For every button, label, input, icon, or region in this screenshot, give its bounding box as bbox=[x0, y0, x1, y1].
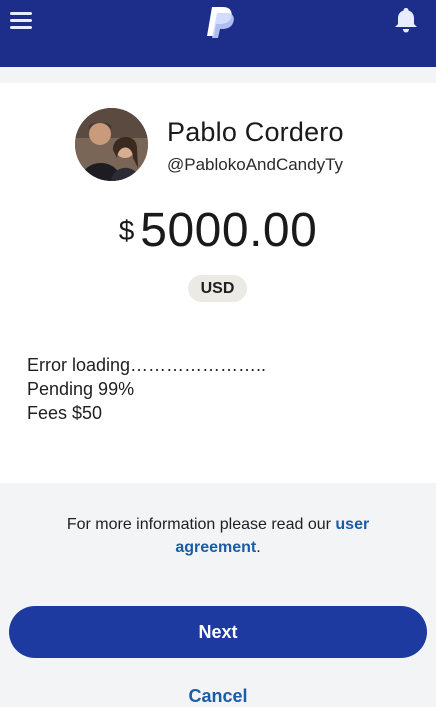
payment-notes: Error loading………………….. Pending 99% Fees … bbox=[27, 353, 266, 425]
info-prefix: For more information please read our bbox=[66, 516, 336, 533]
currency-badge: USD bbox=[188, 275, 247, 302]
recipient-name: Pablo Cordero bbox=[167, 117, 344, 147]
hamburger-menu-icon[interactable] bbox=[10, 11, 36, 31]
top-bar bbox=[0, 0, 436, 67]
payment-amount: $5000.00 bbox=[0, 203, 436, 258]
note-line: Pending 99% bbox=[27, 379, 135, 399]
bell-icon[interactable] bbox=[393, 6, 419, 34]
currency-symbol: $ bbox=[118, 215, 135, 246]
amount-value: 5000.00 bbox=[140, 204, 318, 257]
note-line: Fees $50 bbox=[27, 403, 103, 423]
info-suffix: . bbox=[256, 539, 261, 556]
note-line: Error loading………………….. bbox=[27, 355, 267, 375]
info-text: For more information please read our use… bbox=[20, 513, 416, 559]
avatar-photo bbox=[75, 108, 148, 181]
paypal-logo bbox=[207, 7, 234, 38]
recipient-handle: @PablokoAndCandyTy bbox=[167, 155, 344, 174]
avatar bbox=[75, 108, 148, 181]
next-button[interactable]: Next bbox=[9, 606, 427, 658]
